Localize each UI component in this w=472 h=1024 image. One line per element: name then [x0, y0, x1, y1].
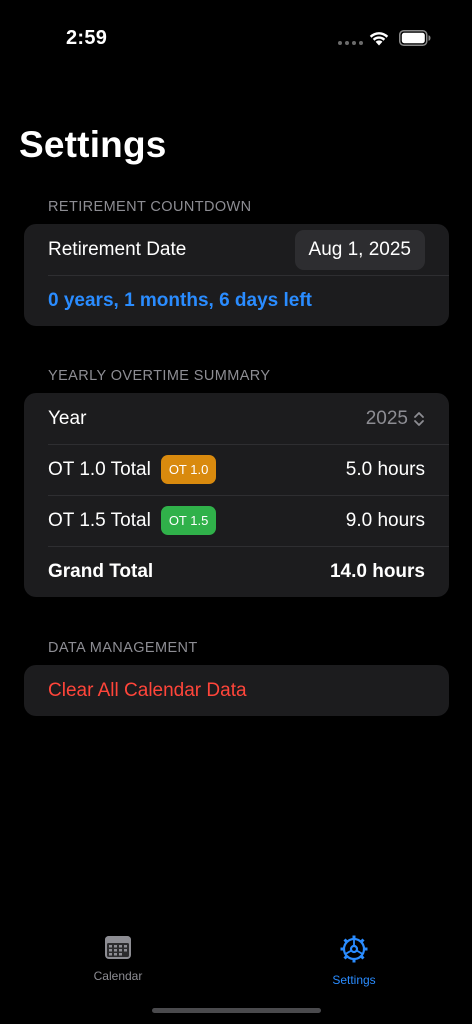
- tab-settings-label: Settings: [332, 973, 376, 987]
- tab-settings[interactable]: Settings: [294, 934, 414, 987]
- retirement-date-label: Retirement Date: [48, 238, 187, 260]
- ot-1-0-badge: OT 1.0: [160, 455, 217, 484]
- settings-screen: 2:59 Settings RETIREMENT COUNTDOWN Retir…: [0, 0, 472, 1024]
- overtime-section-header: YEARLY OVERTIME SUMMARY: [48, 368, 271, 384]
- year-value: 2025: [365, 407, 408, 429]
- ot-1-5-label: OT 1.5 Total: [48, 509, 151, 531]
- chevron-up-down-icon: [414, 411, 424, 426]
- retirement-date-picker[interactable]: Aug 1, 2025: [294, 229, 425, 270]
- ot-1-0-value: 5.0 hours: [345, 458, 425, 480]
- retirement-countdown-row: 0 years, 1 months, 6 days left: [24, 275, 449, 326]
- year-row[interactable]: Year 2025: [24, 393, 449, 444]
- battery-icon: [399, 30, 431, 46]
- ot-1-0-row: OT 1.0 Total OT 1.0 5.0 hours: [24, 444, 449, 495]
- wifi-icon: [369, 32, 389, 46]
- ot-1-5-value: 9.0 hours: [345, 509, 425, 531]
- tab-calendar[interactable]: Calendar: [58, 934, 178, 983]
- retirement-section-header: RETIREMENT COUNTDOWN: [48, 199, 252, 215]
- retirement-card: Retirement Date Aug 1, 2025 0 years, 1 m…: [24, 224, 449, 326]
- grand-total-row: Grand Total 14.0 hours: [24, 546, 449, 597]
- grand-total-value: 14.0 hours: [329, 560, 425, 582]
- overtime-card: Year 2025 OT 1.0 Total OT 1.0 5.0 hours …: [24, 393, 449, 597]
- data-management-section-header: DATA MANAGEMENT: [48, 640, 198, 656]
- clear-calendar-data-label: Clear All Calendar Data: [48, 679, 247, 701]
- data-management-card: Clear All Calendar Data: [24, 665, 449, 716]
- clear-calendar-data-button[interactable]: Clear All Calendar Data: [24, 665, 449, 716]
- ot-1-5-row: OT 1.5 Total OT 1.5 9.0 hours: [24, 495, 449, 546]
- status-bar: 2:59: [0, 0, 472, 60]
- ot-1-5-badge: OT 1.5: [160, 506, 217, 535]
- grand-total-label: Grand Total: [48, 560, 154, 582]
- year-label: Year: [48, 407, 87, 429]
- year-picker[interactable]: 2025: [366, 408, 425, 430]
- gear-icon: [340, 935, 368, 963]
- retirement-countdown-text: 0 years, 1 months, 6 days left: [48, 289, 313, 311]
- ot-1-0-label: OT 1.0 Total: [48, 458, 151, 480]
- retirement-date-row: Retirement Date Aug 1, 2025: [24, 224, 449, 275]
- page-title: Settings: [19, 124, 167, 165]
- calendar-icon: [105, 936, 131, 959]
- status-time: 2:59: [66, 27, 108, 49]
- tab-calendar-label: Calendar: [93, 969, 143, 983]
- cellular-signal-icon: [338, 41, 363, 45]
- home-indicator: [152, 1008, 321, 1013]
